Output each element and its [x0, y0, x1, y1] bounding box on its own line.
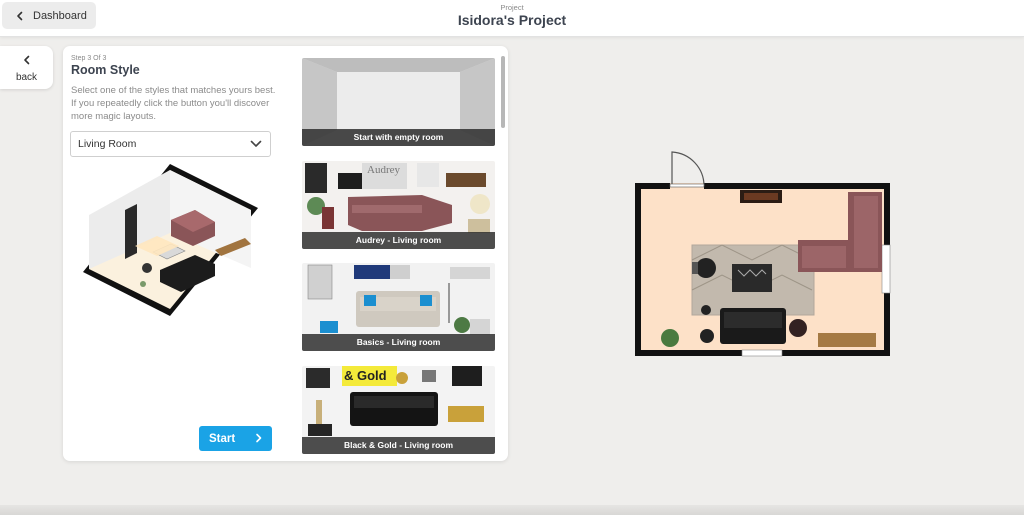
chevron-down-icon — [250, 135, 262, 153]
cards-scrollbar[interactable] — [501, 56, 505, 128]
bottom-strip — [0, 505, 1024, 515]
style-card-black-gold[interactable]: & Gold Black & Gold - Living room — [302, 366, 495, 454]
top-bar: Dashboard Project Isidora's Project — [0, 0, 1024, 37]
card-caption: Basics - Living room — [302, 334, 495, 351]
style-card-empty-room[interactable]: Start with empty room — [302, 58, 495, 146]
room-preview-image — [83, 164, 258, 316]
start-button[interactable]: Start — [199, 426, 272, 451]
card-caption: Start with empty room — [302, 129, 495, 146]
style-card-basics[interactable]: Basics - Living room — [302, 263, 495, 351]
start-label: Start — [209, 432, 236, 445]
room-type-value: Living Room — [78, 138, 137, 150]
panel-description: Select one of the styles that matches yo… — [71, 85, 276, 122]
style-card-audrey[interactable]: Audrey Audrey - Living room — [302, 161, 495, 249]
project-title: Isidora's Project — [457, 12, 567, 28]
gold-art-text: & Gold — [344, 368, 387, 383]
chevron-left-icon — [22, 52, 32, 70]
room-type-select[interactable]: Living Room — [70, 131, 271, 157]
audrey-art-text: Audrey — [367, 164, 400, 176]
panel-heading: Room Style — [71, 63, 140, 77]
card-caption: Black & Gold - Living room — [302, 437, 495, 454]
back-label: back — [15, 72, 38, 83]
back-button[interactable]: back — [0, 46, 53, 89]
floor-plan[interactable] — [630, 150, 892, 360]
project-kicker: Project — [500, 3, 524, 12]
step-indicator: Step 3 Of 3 — [71, 55, 107, 62]
chevron-right-icon — [255, 430, 263, 448]
card-caption: Audrey - Living room — [302, 232, 495, 249]
room-style-panel: Step 3 Of 3 Room Style Select one of the… — [63, 46, 508, 461]
